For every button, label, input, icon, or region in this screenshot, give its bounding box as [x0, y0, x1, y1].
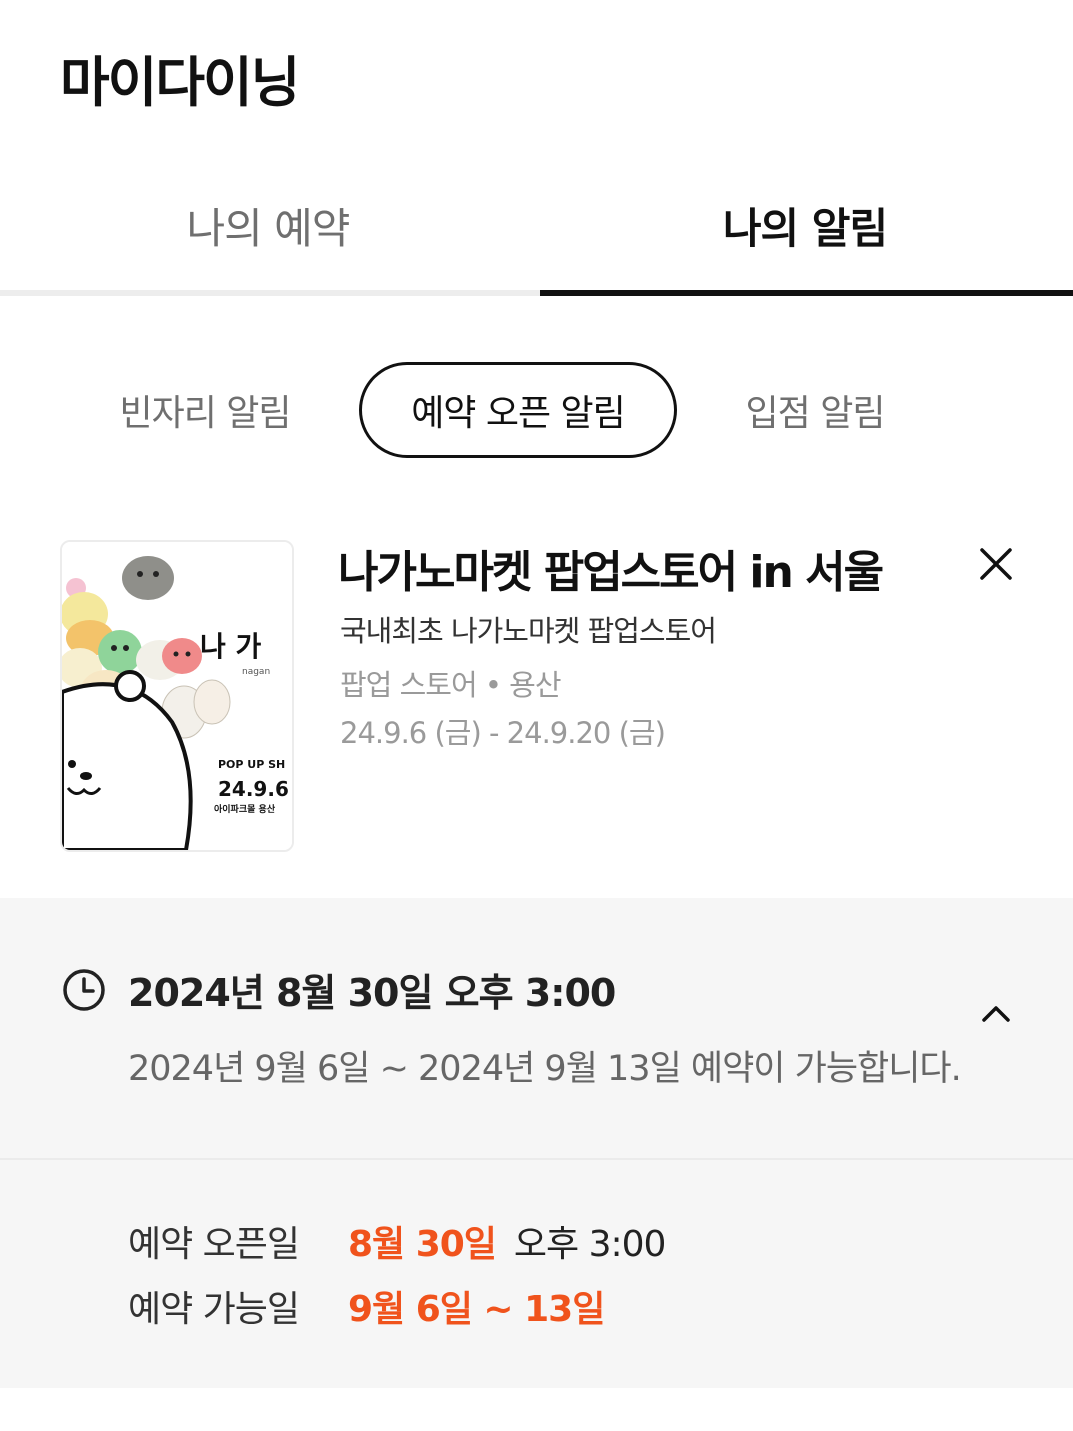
open-date-row: 예약 오픈일 8월 30일 오후 3:00	[128, 1216, 667, 1266]
poster-title-text: 나 가	[200, 630, 262, 663]
open-date-label: 예약 오픈일	[128, 1224, 300, 1265]
open-date-value: 8월 30일	[348, 1224, 497, 1265]
store-category-location: 팝업 스토어 • 용산	[340, 668, 562, 702]
available-date-label: 예약 가능일	[128, 1289, 300, 1330]
store-title[interactable]: 나가노마켓 팝업스토어 in 서울	[338, 536, 884, 600]
poster-image: 나 가 nagan POP UP SH 24.9.6 아이파크몰 용산	[62, 542, 292, 850]
page-title: 마이다이닝	[60, 51, 300, 114]
chevron-up-icon[interactable]	[978, 998, 1014, 1028]
open-datetime: 2024년 8월 30일 오후 3:00	[128, 971, 616, 1015]
store-subtitle: 국내최초 나가노마켓 팝업스토어	[340, 614, 717, 648]
active-tab-indicator	[540, 290, 1073, 296]
remove-notification-button[interactable]	[972, 540, 1020, 588]
store-thumbnail[interactable]: 나 가 nagan POP UP SH 24.9.6 아이파크몰 용산	[60, 540, 294, 852]
open-time-value: 오후 3:00	[513, 1224, 667, 1265]
clock-icon	[63, 969, 105, 1011]
info-divider	[0, 1158, 1073, 1160]
tab-bar: 나의 예약 나의 알림	[0, 160, 1073, 296]
chip-store-opening-alert[interactable]: 입점 알림	[725, 362, 905, 458]
poster-venue-text: 아이파크몰 용산	[214, 803, 276, 815]
tab-my-reservations[interactable]: 나의 예약	[0, 160, 536, 290]
poster-popup-text: POP UP SH	[218, 758, 285, 771]
reservation-open-info: 2024년 8월 30일 오후 3:00 2024년 9월 6일 ~ 2024년…	[0, 898, 1073, 1388]
tab-my-notifications[interactable]: 나의 알림	[537, 160, 1073, 290]
tab-divider	[0, 290, 540, 296]
chip-vacancy-alert[interactable]: 빈자리 알림	[100, 362, 310, 458]
availability-description: 2024년 9월 6일 ~ 2024년 9월 13일 예약이 가능합니다.	[128, 1049, 962, 1089]
chip-reservation-open-alert[interactable]: 예약 오픈 알림	[359, 362, 677, 458]
notification-card[interactable]: 나 가 nagan POP UP SH 24.9.6 아이파크몰 용산 나가노마…	[0, 520, 1073, 898]
poster-date-text: 24.9.6	[218, 777, 289, 801]
notification-filter: 빈자리 알림 예약 오픈 알림 입점 알림	[0, 362, 1073, 458]
poster-subtitle-text: nagan	[242, 667, 270, 677]
close-icon	[980, 548, 1012, 580]
store-period: 24.9.6 (금) - 24.9.20 (금)	[340, 716, 666, 750]
available-date-row: 예약 가능일 9월 6일 ~ 13일	[128, 1281, 605, 1331]
available-date-value: 9월 6일 ~ 13일	[348, 1289, 605, 1330]
